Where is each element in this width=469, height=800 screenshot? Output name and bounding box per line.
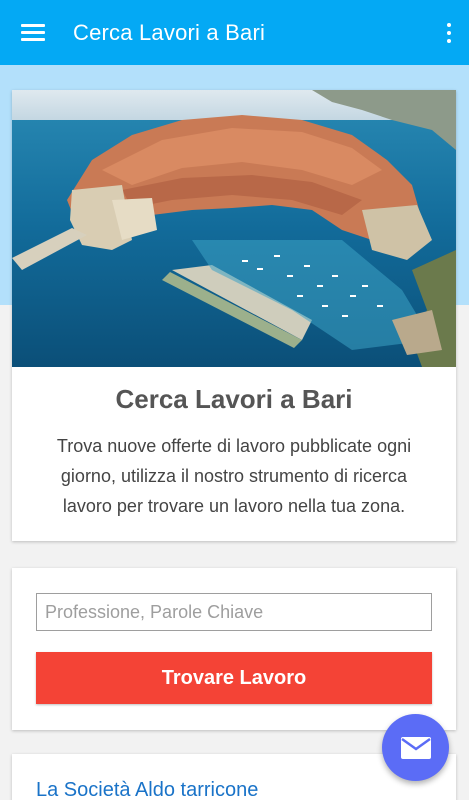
search-button[interactable]: Trovare Lavoro [36,652,432,704]
mail-icon [400,736,431,759]
company-link[interactable]: La Società Aldo tarricone [36,779,258,800]
intro-description: Trova nuove offerte di lavoro pubblicate… [56,436,412,516]
app-bar: Cerca Lavori a Bari [0,0,469,65]
more-vert-icon [447,22,451,27]
search-input[interactable] [36,593,432,631]
hero-image [12,90,456,367]
intro-card: Cerca Lavori a Bari Trova nuove offerte … [12,90,456,541]
intro-title: Cerca Lavori a Bari [115,384,353,414]
hamburger-menu-icon [21,23,45,42]
menu-button[interactable] [0,0,66,65]
more-options-button[interactable] [429,0,469,65]
app-title: Cerca Lavori a Bari [73,19,266,45]
mail-fab-button[interactable] [382,714,449,781]
search-card: Trovare Lavoro [12,568,456,730]
